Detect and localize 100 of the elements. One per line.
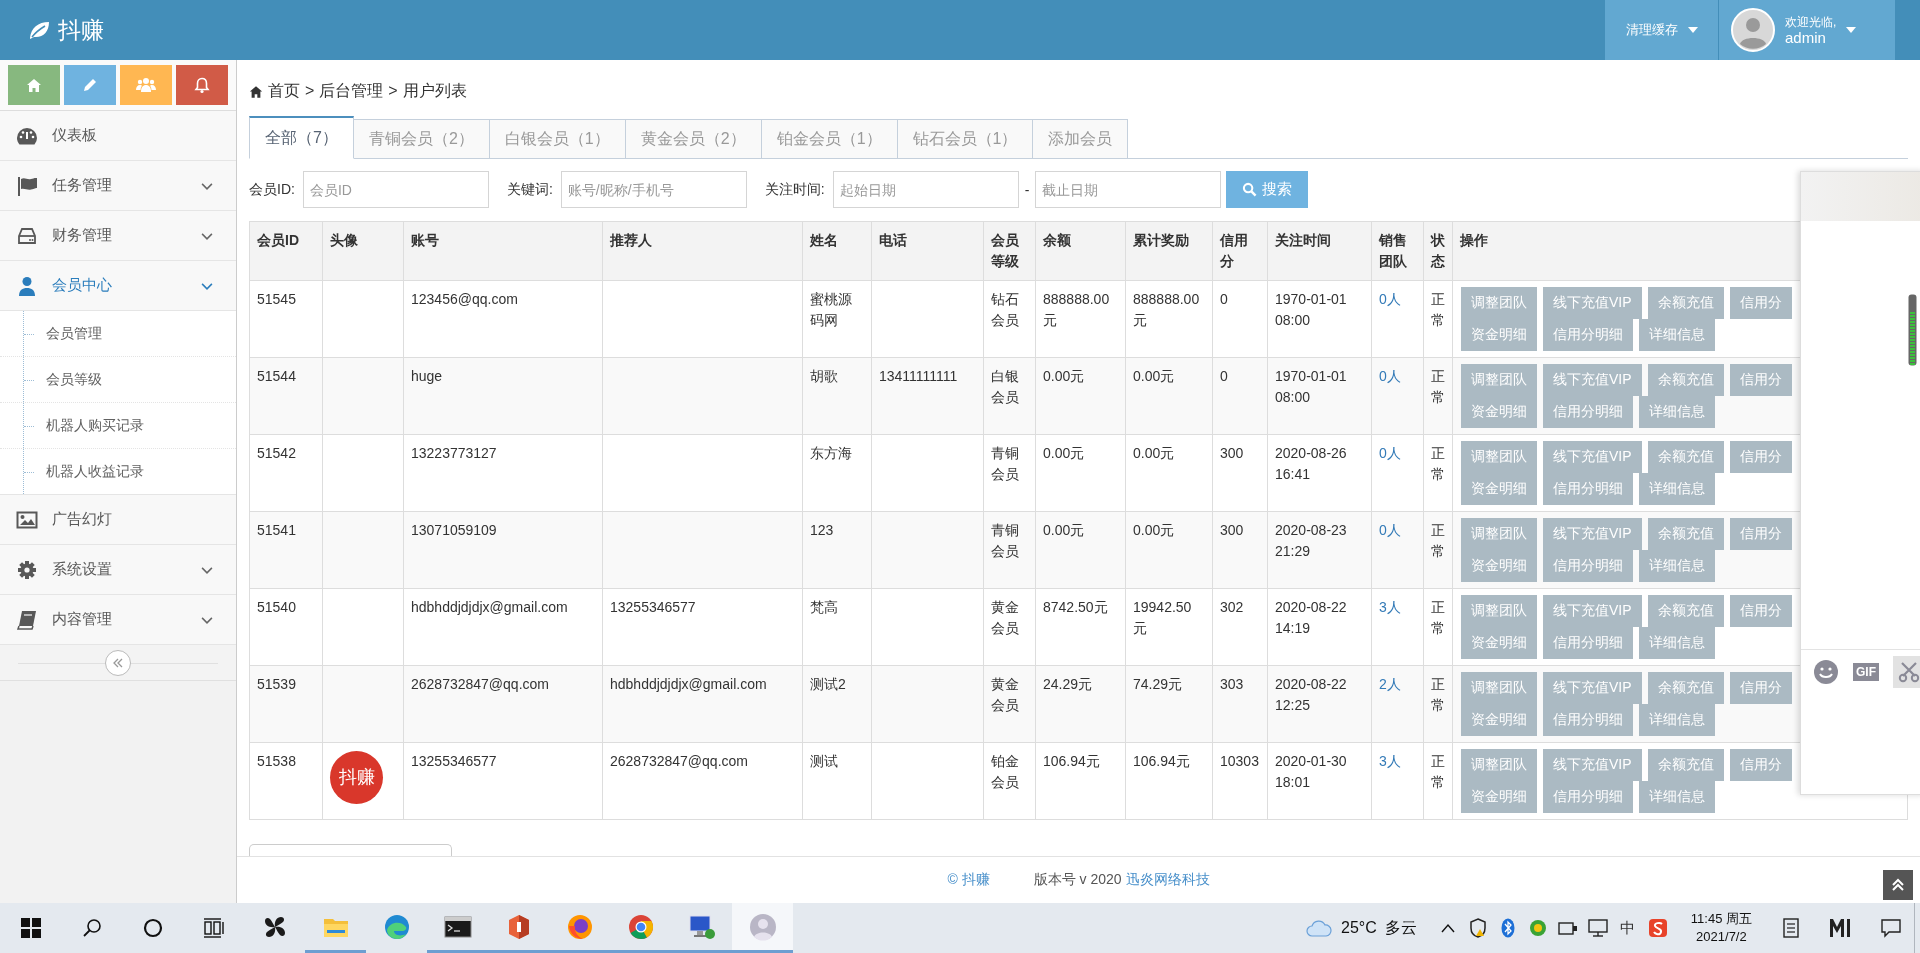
table-cell: 74.29元 [1125, 665, 1213, 743]
action-button[interactable]: 调整团队 [1461, 749, 1537, 781]
action-button[interactable]: 资金明细 [1461, 396, 1537, 428]
action-button[interactable]: 资金明细 [1461, 627, 1537, 659]
action-button[interactable]: 信用分明细 [1543, 627, 1633, 659]
action-button[interactable]: 资金明细 [1461, 319, 1537, 351]
action-button[interactable]: 详细信息 [1639, 704, 1715, 736]
tab[interactable]: 铂金会员（1） [760, 119, 898, 159]
action-button[interactable]: 线下充值VIP [1543, 287, 1642, 319]
table-cell: hdbhddjdjdjx@gmail.com [602, 665, 803, 743]
team-link[interactable]: 0人 [1379, 445, 1401, 461]
collapse-button[interactable] [105, 649, 131, 676]
menu-item[interactable]: 内容管理 [0, 595, 236, 645]
submenu-item[interactable]: 机器人收益记录 [0, 449, 236, 494]
column-header: 状态 [1423, 221, 1453, 281]
action-button[interactable]: 调整团队 [1461, 364, 1537, 396]
member-id-field[interactable]: 会员ID [302, 171, 489, 208]
action-button[interactable]: 信用分 [1729, 364, 1792, 396]
action-button[interactable]: 资金明细 [1461, 704, 1537, 736]
action-button[interactable]: 信用分明细 [1543, 319, 1633, 351]
menu-item[interactable]: 任务管理 [0, 161, 236, 211]
tab[interactable]: 青铜会员（2） [352, 119, 490, 159]
action-button[interactable]: 调整团队 [1461, 287, 1537, 319]
action-button[interactable]: 调整团队 [1461, 672, 1537, 704]
menu-item[interactable]: 财务管理 [0, 211, 236, 261]
action-button[interactable]: 线下充值VIP [1543, 441, 1642, 473]
team-link[interactable]: 3人 [1379, 599, 1401, 615]
team-link[interactable]: 3人 [1379, 753, 1401, 769]
breadcrumb-link[interactable]: 首页 [268, 80, 300, 102]
start-date-field[interactable]: 起始日期 [832, 171, 1019, 208]
menu-item[interactable]: 仪表板 [0, 111, 236, 161]
clear-cache-button[interactable]: 清理缓存 [1605, 0, 1718, 60]
action-button[interactable]: 余额充值 [1647, 441, 1724, 473]
end-date-field[interactable]: 截止日期 [1035, 171, 1222, 208]
action-button[interactable]: 余额充值 [1647, 672, 1724, 704]
shortcut-button[interactable] [176, 65, 228, 105]
action-button[interactable]: 余额充值 [1647, 749, 1724, 781]
back-to-top-button[interactable] [1883, 870, 1913, 900]
action-button[interactable]: 详细信息 [1639, 781, 1715, 813]
input-mode-button[interactable]: 中 [1612, 903, 1643, 953]
action-button[interactable]: 余额充值 [1647, 364, 1724, 396]
action-button[interactable]: 线下充值VIP [1543, 749, 1642, 781]
action-button[interactable]: 信用分明细 [1543, 704, 1633, 736]
action-button[interactable]: 余额充值 [1647, 595, 1724, 627]
action-button[interactable]: 信用分 [1729, 287, 1792, 319]
action-button[interactable]: 调整团队 [1461, 441, 1537, 473]
tab[interactable]: 全部（7） [249, 116, 354, 159]
action-button[interactable]: 线下充值VIP [1543, 518, 1642, 550]
temperature-text: 25°C [1341, 919, 1377, 937]
action-button[interactable]: 线下充值VIP [1543, 672, 1642, 704]
action-button[interactable]: 详细信息 [1639, 550, 1715, 582]
menu-item[interactable]: 会员中心 [0, 261, 236, 311]
menu-item[interactable]: 广告幻灯 [0, 495, 236, 545]
action-button[interactable]: 线下充值VIP [1543, 364, 1642, 396]
action-button[interactable]: 信用分 [1729, 672, 1792, 704]
user-menu[interactable]: 欢迎光临, admin [1719, 0, 1895, 60]
submenu-item[interactable]: 会员管理 [0, 311, 236, 357]
tab[interactable]: 添加会员 [1032, 119, 1129, 159]
action-button[interactable]: 信用分 [1729, 441, 1792, 473]
action-button[interactable]: 余额充值 [1647, 287, 1724, 319]
breadcrumb-link[interactable]: 后台管理 [319, 80, 384, 102]
tab[interactable]: 钻石会员（1） [896, 119, 1034, 159]
avatar [1731, 8, 1775, 52]
action-button[interactable]: 调整团队 [1461, 518, 1537, 550]
team-link[interactable]: 0人 [1379, 291, 1401, 307]
action-button[interactable]: 详细信息 [1639, 319, 1715, 351]
terminal-icon [443, 915, 472, 938]
team-link[interactable]: 0人 [1379, 368, 1401, 384]
team-link[interactable]: 0人 [1379, 522, 1401, 538]
company-link[interactable]: 迅炎网络科技 [1125, 871, 1210, 889]
table-cell: 888888.00元 [1035, 280, 1126, 358]
gif-button[interactable]: GIF [1853, 663, 1879, 681]
action-button[interactable]: 资金明细 [1461, 473, 1537, 505]
action-button[interactable]: 信用分明细 [1543, 473, 1633, 505]
submenu-item[interactable]: 会员等级 [0, 357, 236, 403]
search-button[interactable]: 搜索 [1226, 171, 1309, 208]
team-link[interactable]: 2人 [1379, 676, 1401, 692]
action-button[interactable]: 详细信息 [1639, 627, 1715, 659]
action-button[interactable]: 信用分明细 [1543, 781, 1633, 813]
action-button[interactable]: 详细信息 [1639, 396, 1715, 428]
keyword-field[interactable]: 账号/昵称/手机号 [560, 171, 747, 208]
action-button[interactable]: 调整团队 [1461, 595, 1537, 627]
submenu-item[interactable]: 机器人购买记录 [0, 403, 236, 449]
action-button[interactable]: 信用分明细 [1543, 396, 1633, 428]
screenshot-button[interactable] [1893, 656, 1920, 688]
action-button[interactable]: 信用分 [1729, 518, 1792, 550]
action-button[interactable]: 线下充值VIP [1543, 595, 1642, 627]
action-button[interactable]: 余额充值 [1647, 518, 1724, 550]
table-cell: 106.94元 [1035, 742, 1126, 820]
action-button[interactable]: 信用分 [1729, 595, 1792, 627]
action-button[interactable]: 信用分 [1729, 749, 1792, 781]
clock[interactable]: 11:45 周五 2021/7/2 [1684, 909, 1758, 947]
tab[interactable]: 黄金会员（2） [624, 119, 762, 159]
action-button[interactable]: 详细信息 [1639, 473, 1715, 505]
action-button[interactable]: 信用分明细 [1543, 550, 1633, 582]
menu-item[interactable]: 系统设置 [0, 545, 236, 595]
action-button[interactable]: 资金明细 [1461, 550, 1537, 582]
copyright-link[interactable]: © 抖赚 [947, 871, 990, 889]
tab[interactable]: 白银会员（1） [488, 119, 626, 159]
action-button[interactable]: 资金明细 [1461, 781, 1537, 813]
